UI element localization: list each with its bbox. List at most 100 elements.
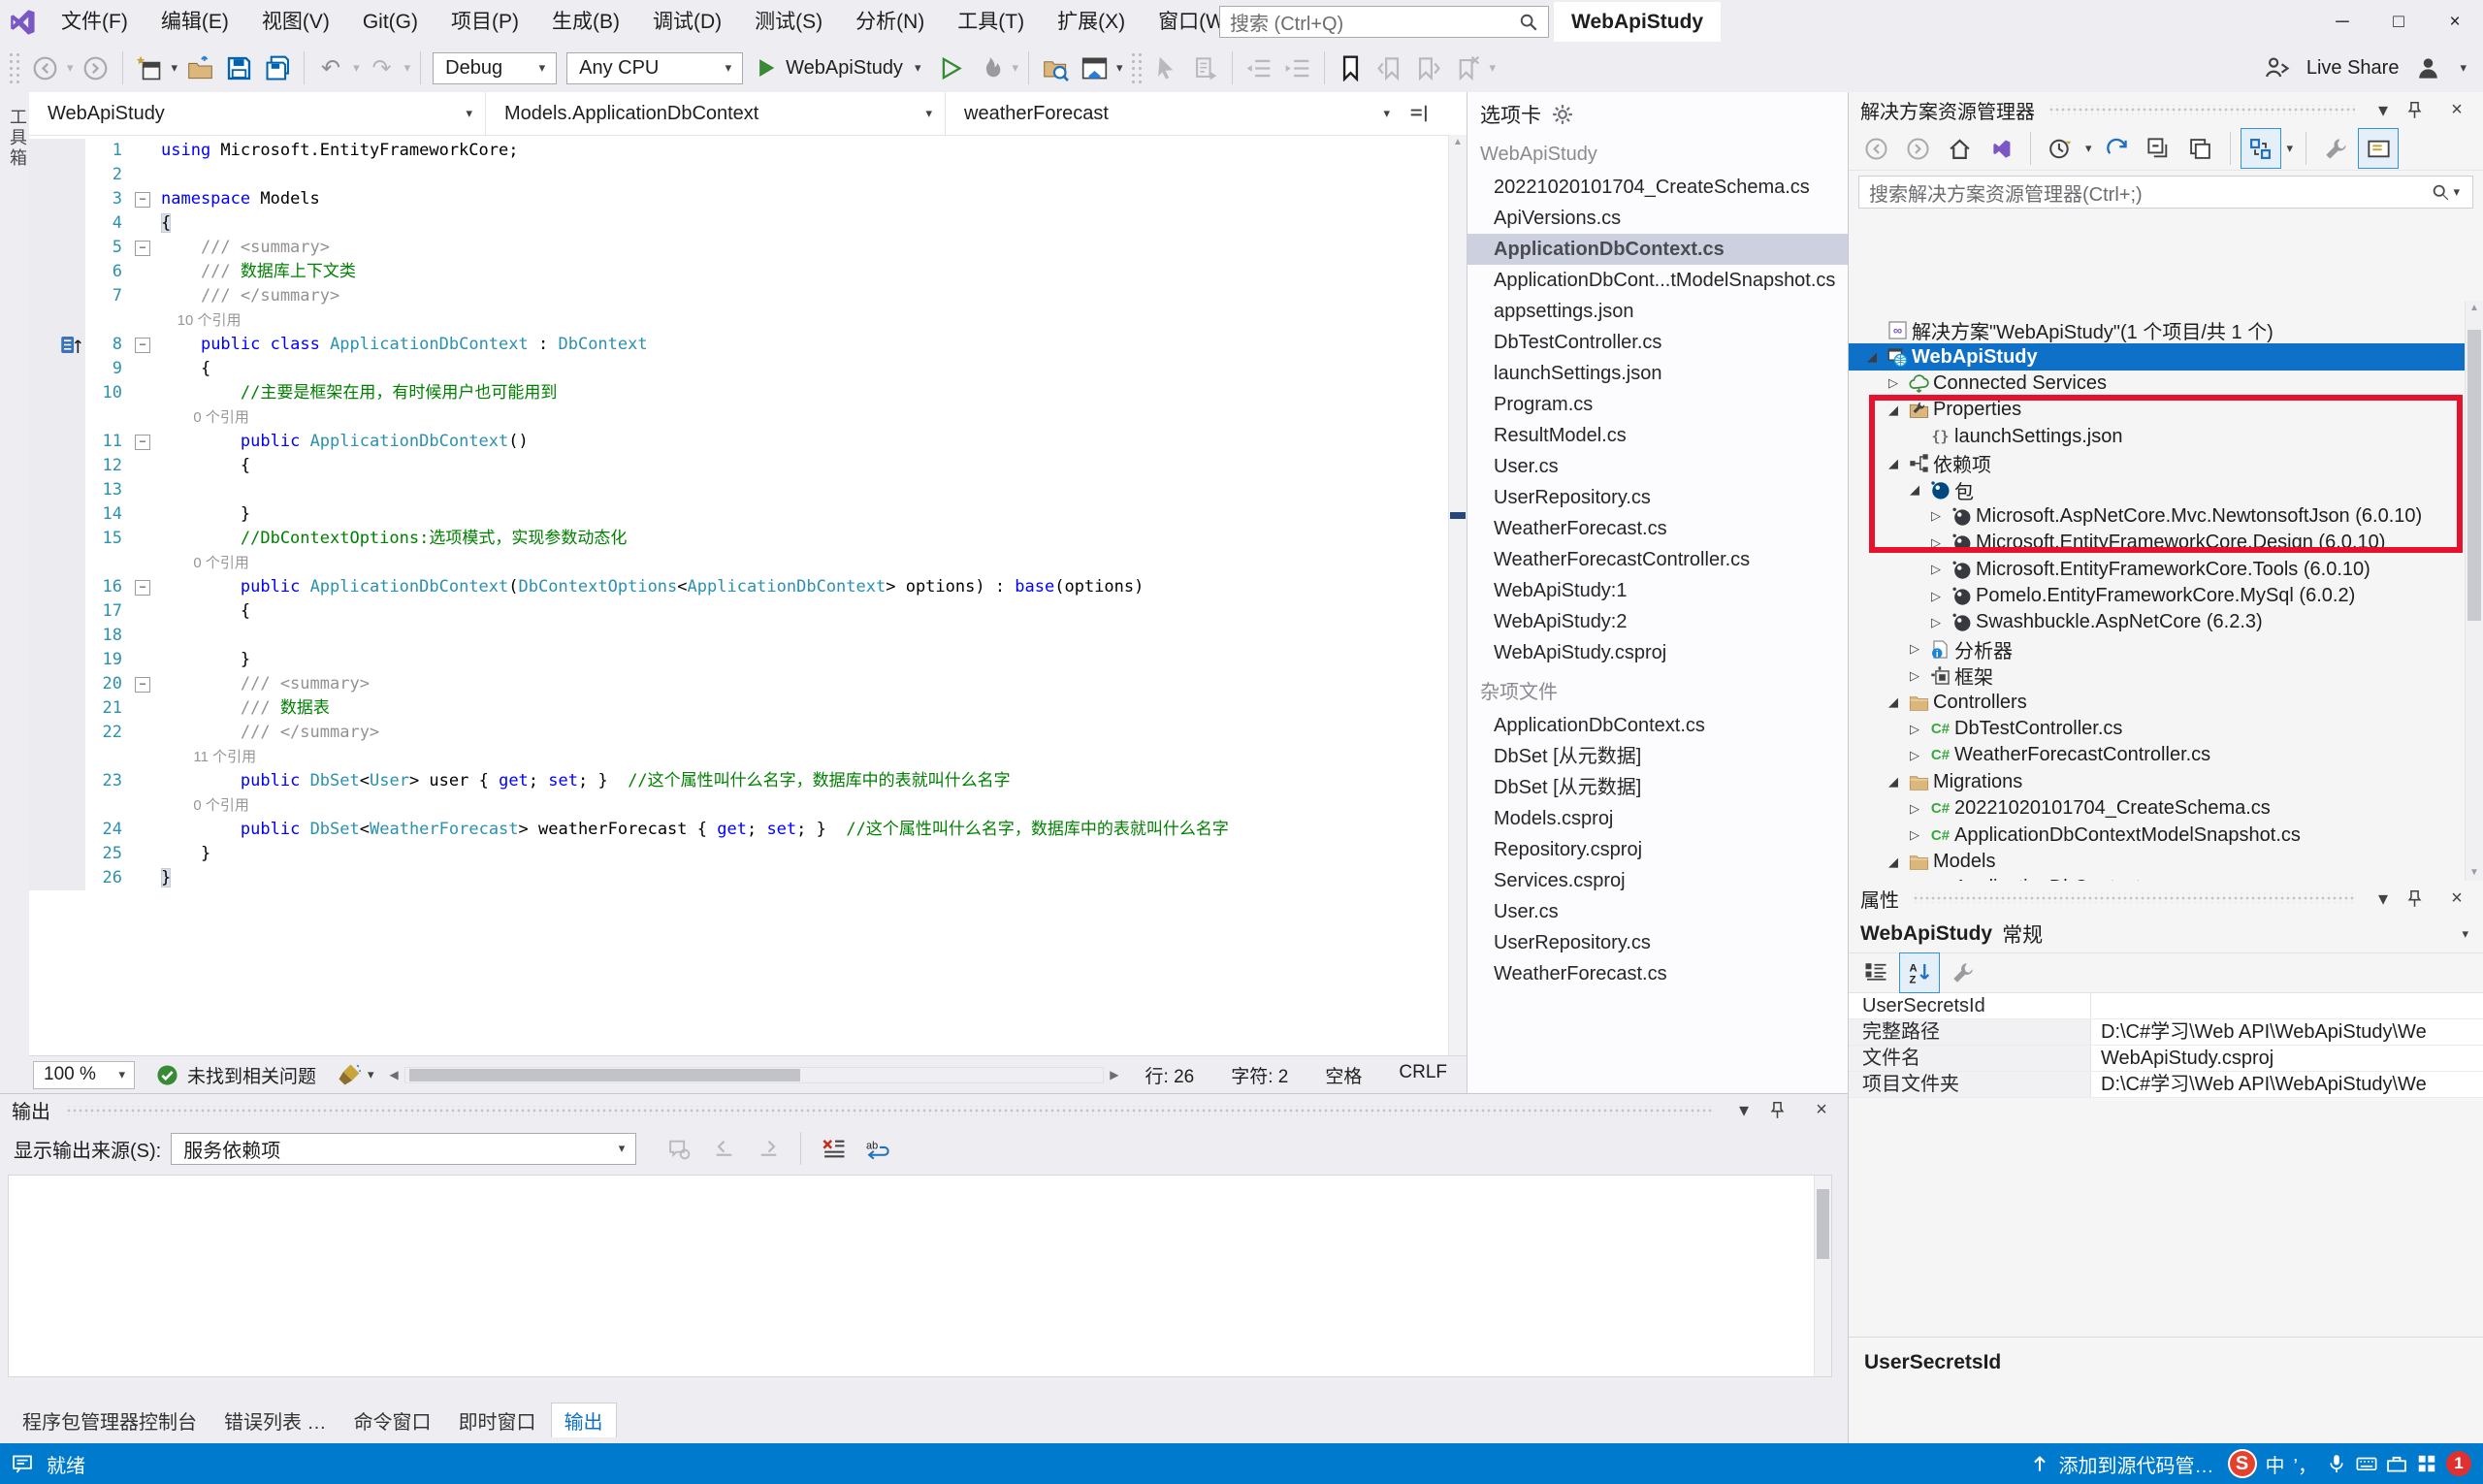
toolbar-grip[interactable] (1130, 51, 1144, 84)
document-tab[interactable]: launchSettings.json (1467, 358, 1848, 389)
tree-item[interactable]: ▷Swashbuckle.AspNetCore (6.2.3) (1849, 609, 2466, 635)
tool-window-tab[interactable]: 即时窗口 (446, 1403, 549, 1437)
code-line[interactable]: 26} (29, 866, 1449, 890)
clear-all-icon[interactable] (814, 1129, 853, 1168)
document-tab[interactable]: WeatherForecast.cs (1467, 958, 1848, 989)
editor-margin[interactable] (29, 211, 85, 236)
sogou-ime-icon[interactable]: S (2228, 1449, 2257, 1478)
code-line[interactable]: 23 public DbSet<User> user { get; set; }… (29, 769, 1449, 793)
tree-item[interactable]: ▷框架 (1849, 662, 2466, 689)
editor-margin[interactable] (29, 599, 85, 624)
editor-margin[interactable] (29, 284, 85, 308)
document-tab[interactable]: UserRepository.cs (1467, 482, 1848, 513)
menu-item[interactable]: 扩展(X) (1041, 0, 1142, 44)
expanded-arrow-icon[interactable]: ◢ (1882, 774, 1905, 790)
code-line[interactable]: 14 } (29, 502, 1449, 527)
document-tab[interactable]: WeatherForecastController.cs (1467, 544, 1848, 575)
redo-dropdown-icon[interactable]: ▾ (402, 60, 414, 76)
menu-item[interactable]: 生成(B) (535, 0, 636, 44)
menu-item[interactable]: 测试(S) (738, 0, 839, 44)
document-tab[interactable]: DbSet [从元数据] (1467, 741, 1848, 772)
expanded-arrow-icon[interactable]: ◢ (1882, 855, 1905, 870)
codelens-row[interactable]: 0 个引用 (29, 405, 1449, 430)
clear-bookmarks-button[interactable] (1448, 48, 1487, 87)
debug-pointer-button[interactable] (1147, 48, 1186, 87)
codelens-row[interactable]: 10 个引用 (29, 308, 1449, 333)
editor-margin[interactable] (29, 745, 85, 769)
editor-margin[interactable] (29, 357, 85, 381)
next-bookmark-button[interactable] (1409, 48, 1448, 87)
toolbox-tab[interactable]: 工具箱 (5, 108, 30, 169)
alphabetical-sort-icon[interactable]: AZ (1899, 952, 1940, 993)
collapsed-arrow-icon[interactable]: ▷ (1903, 641, 1926, 657)
code-line[interactable]: 20− /// <summary> (29, 672, 1449, 696)
scroll-up-icon[interactable]: ▲ (1449, 135, 1467, 150)
code-line[interactable]: 2 (29, 163, 1449, 187)
toolbar-grip[interactable] (8, 51, 21, 84)
redo-button[interactable]: ↷ (363, 48, 402, 87)
project-dropdown[interactable]: WebApiStudy▾ (29, 92, 486, 135)
scroll-right-icon[interactable]: ▶ (1107, 1068, 1121, 1081)
live-share-label[interactable]: Live Share (2306, 57, 2400, 80)
code-line[interactable]: 5− /// <summary> (29, 236, 1449, 260)
document-tab[interactable]: appsettings.json (1467, 296, 1848, 327)
property-row[interactable]: 文件名WebApiStudy.csproj (1849, 1046, 2483, 1072)
property-row[interactable]: 项目文件夹D:\C#学习\Web API\WebApiStudy\We (1849, 1072, 2483, 1098)
window-position-icon[interactable]: ▾ (2369, 98, 2398, 122)
tool-window-tab[interactable]: 命令窗口 (341, 1403, 444, 1437)
editor-margin[interactable] (29, 818, 85, 842)
document-tab[interactable]: User.cs (1467, 896, 1848, 927)
document-tab[interactable]: User.cs (1467, 451, 1848, 482)
code-line[interactable]: 24 public DbSet<WeatherForecast> weather… (29, 818, 1449, 842)
collapsed-arrow-icon[interactable]: ▷ (1924, 589, 1948, 604)
preview-selected-items-icon[interactable] (2358, 128, 2399, 169)
type-dropdown[interactable]: Models.ApplicationDbContext▾ (486, 92, 946, 135)
menu-item[interactable]: 分析(N) (839, 0, 941, 44)
account-icon[interactable] (2408, 48, 2447, 87)
code-line[interactable]: 11− public ApplicationDbContext() (29, 430, 1449, 454)
tree-item[interactable]: ▷C#WeatherForecastController.cs (1849, 742, 2466, 768)
decrease-indent-button[interactable] (1240, 48, 1278, 87)
code-line[interactable]: 15 //DbContextOptions:选项模式，实现参数动态化 (29, 527, 1449, 551)
back-icon[interactable] (1856, 129, 1895, 168)
keyboard-icon[interactable] (2356, 1453, 2377, 1474)
collapse-all-icon[interactable] (2140, 129, 2178, 168)
start-without-debugging-button[interactable] (931, 48, 970, 87)
code-line[interactable]: 19 } (29, 648, 1449, 672)
window-layout-button[interactable] (1075, 48, 1113, 87)
document-tab[interactable]: ResultModel.cs (1467, 420, 1848, 451)
code-line[interactable]: 12 { (29, 454, 1449, 478)
menu-item[interactable]: 项目(P) (435, 0, 535, 44)
editor-margin[interactable] (29, 721, 85, 745)
expanded-arrow-icon[interactable]: ◢ (1860, 349, 1884, 365)
previous-message-icon[interactable] (704, 1129, 743, 1168)
pending-changes-filter-icon[interactable] (2041, 129, 2080, 168)
sync-with-active-document-icon[interactable] (2241, 128, 2281, 169)
editor-margin[interactable] (29, 236, 85, 260)
properties-object-dropdown[interactable]: WebApiStudy 常规 ▾ (1849, 916, 2483, 953)
tree-item[interactable]: ▷C#20221020101704_CreateSchema.cs (1849, 795, 2466, 822)
switch-views-icon[interactable] (1982, 129, 2020, 168)
editor-margin[interactable] (29, 139, 85, 163)
health-label[interactable]: 未找到相关问题 (187, 1062, 316, 1088)
open-folder-button[interactable] (180, 48, 219, 87)
code-line[interactable]: 1using Microsoft.EntityFrameworkCore; (29, 139, 1449, 163)
tool-window-tab[interactable]: 程序包管理器控制台 (10, 1403, 210, 1437)
editor-margin[interactable] (29, 381, 85, 405)
document-tab[interactable]: ApplicationDbContext.cs (1467, 234, 1848, 265)
scroll-up-icon[interactable]: ▲ (2466, 301, 2483, 316)
find-in-files-button[interactable] (1036, 48, 1075, 87)
editor-margin[interactable] (29, 454, 85, 478)
editor-margin[interactable] (29, 842, 85, 866)
quick-search-input[interactable]: 搜索 (Ctrl+Q) (1219, 6, 1549, 38)
window-position-icon[interactable]: ▾ (1729, 1098, 1758, 1122)
start-debugging-button[interactable]: WebApiStudy ▾ (748, 48, 931, 87)
collapsed-arrow-icon[interactable]: ▷ (1882, 375, 1905, 391)
editor-margin[interactable] (29, 333, 85, 357)
code-line[interactable]: 17 { (29, 599, 1449, 624)
hot-reload-button[interactable] (970, 48, 1009, 87)
tree-item[interactable]: ◢Models (1849, 849, 2466, 875)
editor-margin[interactable] (29, 624, 85, 648)
feedback-icon[interactable] (12, 1453, 33, 1474)
tree-item[interactable]: ▷Microsoft.EntityFrameworkCore.Tools (6.… (1849, 557, 2466, 583)
